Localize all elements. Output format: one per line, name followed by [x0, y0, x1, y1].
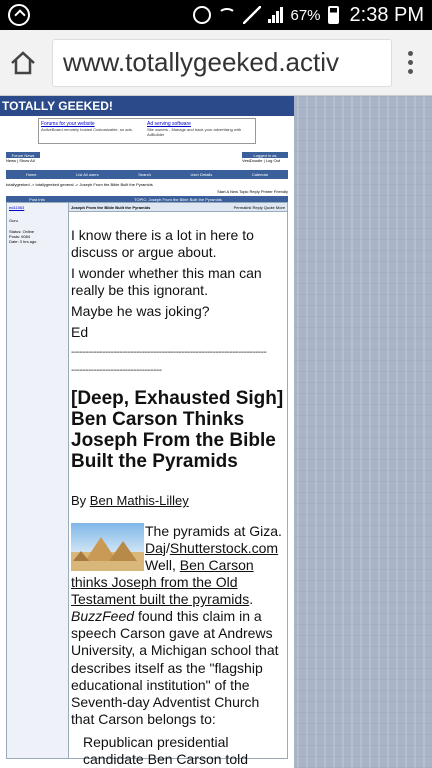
post-content: Joseph From the Bible Built the Pyramids…: [69, 203, 287, 768]
forum-title[interactable]: TOTALLY GEEKED!: [0, 96, 294, 116]
nav-home[interactable]: Home: [26, 172, 37, 177]
signal-icon: [268, 7, 284, 23]
credit-link[interactable]: Shutterstock.com: [170, 540, 278, 556]
ad-1[interactable]: Forums for your website ActiveBoard remot…: [41, 121, 147, 141]
ad-banner: Forums for your website ActiveBoard remot…: [38, 118, 256, 144]
credit-link[interactable]: Daj: [145, 540, 166, 556]
no-data-icon: [243, 6, 262, 24]
topic-actions[interactable]: Start A New Topic Reply Printer Friendly: [6, 189, 288, 194]
browser-toolbar: www.totallygeeked.activ: [0, 30, 432, 96]
byline: By Ben Mathis-Lilley: [71, 493, 189, 509]
post-body: I know there is a lot in here to discuss…: [69, 227, 287, 768]
ad-2[interactable]: Ad serving software Site owners - Manage …: [147, 121, 253, 141]
alarm-icon: [193, 6, 212, 24]
article-headline: [Deep, Exhausted Sigh] Ben Carson Thinks…: [71, 388, 284, 473]
home-icon[interactable]: [8, 48, 38, 78]
nav-user-details[interactable]: User Details: [191, 172, 213, 177]
signature: Ed: [71, 324, 89, 341]
forum-page: TOTALLY GEEKED! Forums for your website A…: [0, 96, 294, 768]
breadcrumb[interactable]: totallygeeked -> totallygeeked general -…: [6, 182, 288, 187]
nav-bar: Home List All users Search User Details …: [6, 170, 288, 179]
nav-calendar[interactable]: Calendar: [252, 172, 268, 177]
clock: 2:38 PM: [349, 3, 424, 26]
article-intro: The pyramids at Giza. Daj/Shutterstock.c…: [71, 522, 282, 727]
block-quote: Republican presidential candidate Ben Ca…: [83, 733, 248, 768]
news-row: Forum News News | Show All Logged in as …: [6, 152, 288, 166]
battery-percent: 67%: [290, 6, 321, 24]
battery-icon: [327, 6, 339, 24]
paragraph: Maybe he was joking?: [71, 303, 210, 320]
author-link[interactable]: Ben Mathis-Lilley: [90, 493, 189, 508]
nav-search[interactable]: Search: [138, 172, 151, 177]
nav-list-users[interactable]: List All users: [76, 172, 98, 177]
status-bar: 67% 2:38 PM: [0, 0, 432, 30]
author-name[interactable]: ed11563: [9, 205, 66, 210]
post: ed11563 Guru Status: Online Posts: 6084 …: [6, 202, 288, 768]
address-bar[interactable]: www.totallygeeked.activ: [52, 38, 392, 87]
divider: ----------------------------------------…: [71, 347, 267, 359]
image-caption: The pyramids at Giza.: [145, 522, 282, 539]
post-header: Joseph From the Bible Built the Pyramids…: [69, 203, 287, 212]
divider: --------------------------------: [71, 365, 162, 377]
post-author-info: ed11563 Guru Status: Online Posts: 6084 …: [7, 203, 69, 758]
web-viewport[interactable]: TOTALLY GEEKED! Forums for your website A…: [0, 96, 432, 768]
paragraph: I know there is a lot in here to discuss…: [71, 227, 254, 261]
overflow-menu-icon[interactable]: [396, 51, 424, 74]
pyramids-image[interactable]: [71, 522, 144, 571]
wifi-icon: [218, 8, 237, 22]
paragraph: I wonder whether this man can really be …: [71, 265, 262, 299]
app-notification-icon: [8, 4, 30, 26]
